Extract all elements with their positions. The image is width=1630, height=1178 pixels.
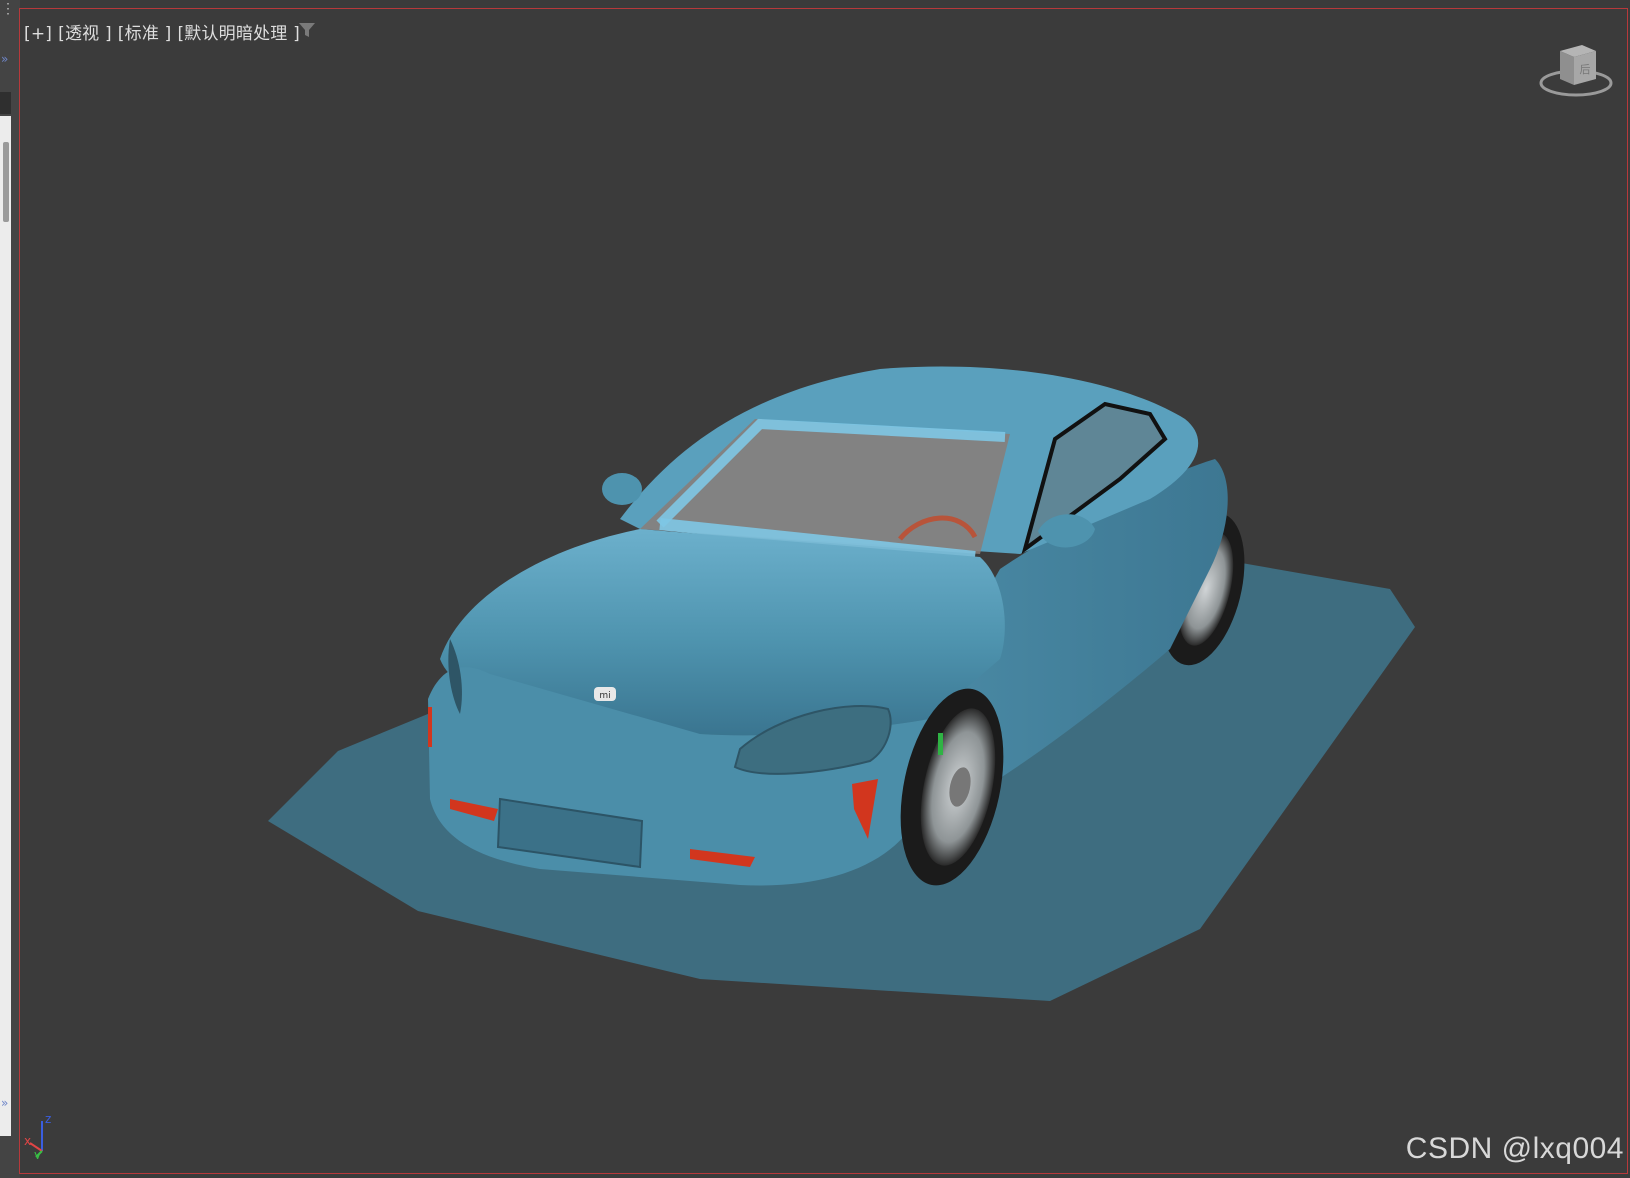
panel-grip-icon[interactable]: ⋮ — [1, 2, 15, 16]
expand-top-icon[interactable]: » — [1, 52, 8, 66]
viewcube-face-label: 后 — [1580, 63, 1591, 76]
left-mirror — [602, 473, 642, 505]
scene-render: mi — [268, 366, 1415, 1001]
panel-scrollbar-thumb[interactable] — [3, 142, 9, 222]
left-panel-strip: ⋮ » » — [0, 0, 20, 1178]
command-panel — [0, 116, 11, 1136]
panel-toolbar — [0, 92, 11, 114]
axis-tripod: z x y — [24, 1113, 51, 1159]
brand-badge: mi — [599, 691, 610, 701]
perspective-viewport[interactable]: [+] [透视 ] [标准 ] [默认明暗处理 ] mi 后 z x y — [19, 8, 1628, 1174]
watermark: CSDN @lxq004 — [1405, 1132, 1624, 1165]
expand-bottom-icon[interactable]: » — [1, 1096, 8, 1110]
axis-z-label: z — [45, 1113, 51, 1126]
viewcube[interactable]: 后 — [1538, 43, 1614, 99]
axis-y-label: y — [34, 1148, 41, 1159]
axis-x-label: x — [24, 1134, 31, 1148]
